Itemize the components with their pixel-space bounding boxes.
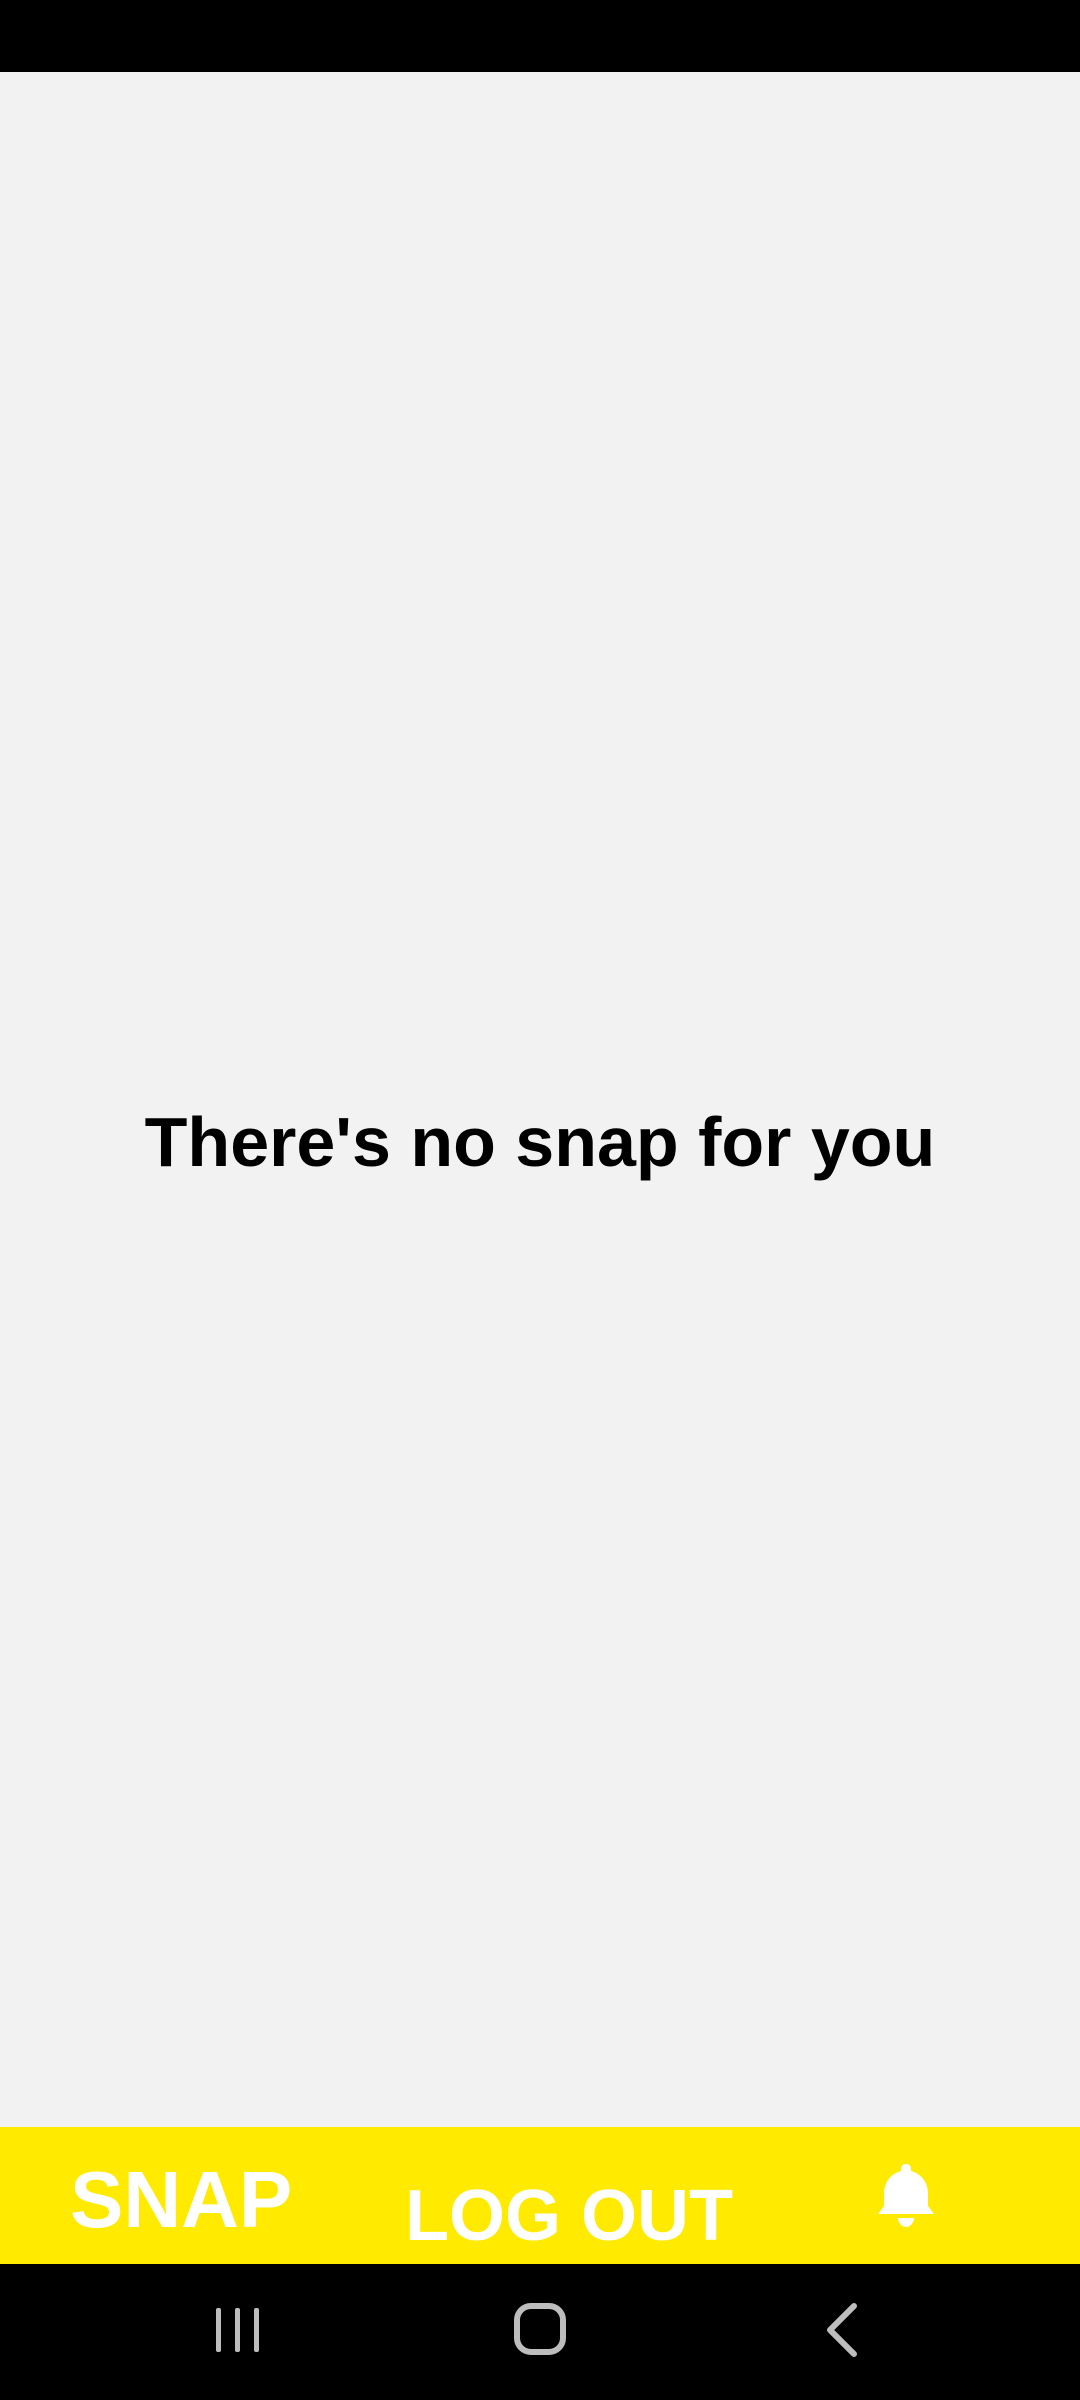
empty-state-message: There's no snap for you bbox=[144, 1103, 936, 1181]
home-button[interactable] bbox=[500, 2298, 580, 2362]
logout-button[interactable]: LOG OUT bbox=[405, 2180, 733, 2252]
screen: There's no snap for you SNAP LOG OUT bbox=[0, 0, 1080, 2400]
snap-button[interactable]: SNAP bbox=[70, 2160, 292, 2240]
main-content: There's no snap for you bbox=[0, 72, 1080, 2127]
recents-icon bbox=[198, 2298, 278, 2362]
recents-button[interactable] bbox=[198, 2298, 278, 2362]
bell-icon bbox=[866, 2160, 946, 2230]
back-button[interactable] bbox=[802, 2298, 882, 2362]
home-icon bbox=[500, 2298, 580, 2362]
notifications-button[interactable] bbox=[866, 2160, 946, 2230]
back-icon bbox=[802, 2298, 882, 2362]
status-bar bbox=[0, 0, 1080, 72]
